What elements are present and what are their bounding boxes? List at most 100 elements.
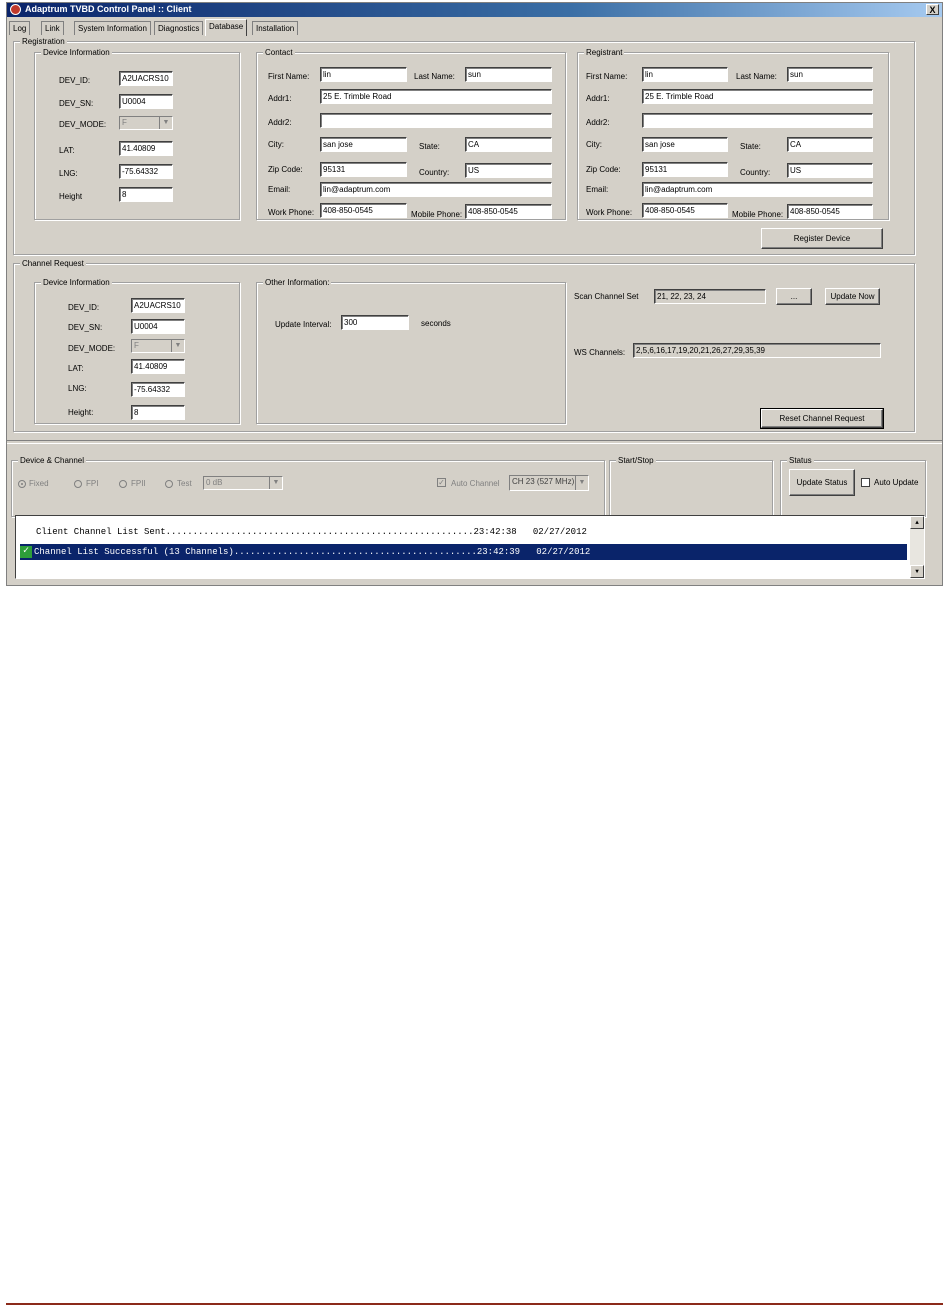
radio-fpii-label: FPII <box>131 479 146 488</box>
registrant-city-field[interactable]: san jose <box>642 137 728 152</box>
contact-zip-field[interactable]: 95131 <box>320 162 407 177</box>
log-row-selected[interactable]: ✓ Channel List Successful (13 Channels)..… <box>20 544 907 560</box>
reg-dev-id-field[interactable]: A2UACRS10 <box>119 71 173 86</box>
registration-legend: Registration <box>20 36 67 47</box>
scan-channel-set-field[interactable]: 21, 22, 23, 24 <box>654 289 766 304</box>
seconds-label: seconds <box>421 319 451 328</box>
contact-city-label: City: <box>268 140 284 149</box>
contact-mobile-phone-field[interactable]: 408-850-0545 <box>465 204 552 219</box>
cr-lat-label: LAT: <box>68 364 84 373</box>
cr-height-field[interactable]: 8 <box>131 405 185 420</box>
contact-addr1-field[interactable]: 25 E. Trimble Road <box>320 89 552 104</box>
registrant-first-name-field[interactable]: lin <box>642 67 728 82</box>
reg-lng-field[interactable]: -75.64332 <box>119 164 173 179</box>
registrant-last-name-field[interactable]: sun <box>787 67 873 82</box>
channel-request-legend: Channel Request <box>20 258 86 269</box>
registrant-country-field[interactable]: US <box>787 163 873 178</box>
window-title: Adaptrum TVBD Control Panel :: Client <box>25 4 192 14</box>
update-now-button[interactable]: Update Now <box>825 288 880 305</box>
contact-last-name-field[interactable]: sun <box>465 67 552 82</box>
tab-installation[interactable]: Installation <box>252 21 299 35</box>
cr-dev-mode-value: F <box>134 341 139 350</box>
channel-select[interactable]: CH 23 (527 MHz) ▼ <box>509 475 589 491</box>
status-legend: Status <box>787 455 814 466</box>
test-level-select[interactable]: 0 dB ▼ <box>203 476 283 490</box>
registrant-email-label: Email: <box>586 185 609 194</box>
cr-dev-mode-select[interactable]: F ▼ <box>131 339 185 353</box>
cr-dev-id-field[interactable]: A2UACRS10 <box>131 298 185 313</box>
registrant-state-field[interactable]: CA <box>787 137 873 152</box>
reg-dev-mode-label: DEV_MODE: <box>59 120 107 129</box>
contact-first-name-field[interactable]: lin <box>320 67 407 82</box>
registrant-group: Registrant First Name: lin Last Name: su… <box>577 47 889 220</box>
scroll-up-icon[interactable]: ▲ <box>910 516 924 529</box>
contact-email-field[interactable]: lin@adaptrum.com <box>320 182 552 197</box>
browse-channels-button[interactable]: ... <box>776 288 812 305</box>
cr-device-info-group: Device Information DEV_ID: A2UACRS10 DEV… <box>34 277 240 424</box>
registrant-country-label: Country: <box>740 168 771 177</box>
contact-country-label: Country: <box>419 168 450 177</box>
app-logo-icon <box>10 4 21 15</box>
contact-country-field[interactable]: US <box>465 163 552 178</box>
registrant-addr2-field[interactable] <box>642 113 873 128</box>
auto-channel-label: Auto Channel <box>451 479 500 488</box>
contact-state-field[interactable]: CA <box>465 137 552 152</box>
registrant-mobile-phone-field[interactable]: 408-850-0545 <box>787 204 873 219</box>
start-stop-group: Start/Stop <box>609 455 773 517</box>
radio-fpi[interactable] <box>74 480 82 488</box>
cr-lng-field[interactable]: -75.64332 <box>131 382 185 397</box>
tab-diagnostics[interactable]: Diagnostics <box>154 21 204 35</box>
event-log-list[interactable]: Client Channel List Sent................… <box>15 515 925 579</box>
contact-city-field[interactable]: san jose <box>320 137 407 152</box>
tab-log[interactable]: Log <box>9 21 31 35</box>
ws-channels-field[interactable]: 2,5,6,16,17,19,20,21,26,27,29,35,39 <box>633 343 881 358</box>
section-divider <box>7 440 942 444</box>
log-row-text: Client Channel List Sent................… <box>36 527 587 537</box>
close-button[interactable]: X <box>926 4 939 15</box>
contact-work-phone-field[interactable]: 408-850-0545 <box>320 203 407 218</box>
radio-fixed[interactable] <box>18 480 26 488</box>
registrant-addr2-label: Addr2: <box>586 118 610 127</box>
reg-dev-sn-label: DEV_SN: <box>59 99 94 108</box>
registrant-addr1-field[interactable]: 25 E. Trimble Road <box>642 89 873 104</box>
reg-dev-mode-select[interactable]: F ▼ <box>119 116 173 130</box>
reg-height-field[interactable]: 8 <box>119 187 173 202</box>
scroll-down-icon[interactable]: ▼ <box>910 565 924 578</box>
reg-dev-mode-value: F <box>122 118 127 127</box>
update-interval-field[interactable]: 300 <box>341 315 409 330</box>
log-row[interactable]: Client Channel List Sent................… <box>22 524 909 540</box>
auto-channel-checkbox[interactable]: ✓ <box>437 478 446 487</box>
contact-mobile-phone-label: Mobile Phone: <box>411 210 463 219</box>
cr-dev-id-label: DEV_ID: <box>68 303 100 312</box>
reg-lng-label: LNG: <box>59 169 78 178</box>
tab-database[interactable]: Database <box>205 19 248 36</box>
device-channel-group: Device & Channel Fixed FPI FPII Test 0 d… <box>11 455 605 517</box>
reg-lat-field[interactable]: 41.40809 <box>119 141 173 156</box>
cr-dev-sn-field[interactable]: U0004 <box>131 319 185 334</box>
contact-addr1-label: Addr1: <box>268 94 292 103</box>
update-status-button[interactable]: Update Status <box>789 469 855 496</box>
registrant-city-label: City: <box>586 140 602 149</box>
ws-channels-label: WS Channels: <box>574 348 626 357</box>
tab-system-information[interactable]: System Information <box>74 21 151 35</box>
cr-height-label: Height: <box>68 408 94 417</box>
registrant-last-name-label: Last Name: <box>736 72 777 81</box>
other-info-group: Other Information: Update Interval: 300 … <box>256 277 566 424</box>
contact-last-name-label: Last Name: <box>414 72 455 81</box>
contact-addr2-field[interactable] <box>320 113 552 128</box>
title-bar[interactable]: Adaptrum TVBD Control Panel :: Client X <box>7 3 942 17</box>
auto-update-checkbox[interactable] <box>861 478 870 487</box>
register-device-button[interactable]: Register Device <box>761 228 883 249</box>
registrant-email-field[interactable]: lin@adaptrum.com <box>642 182 873 197</box>
tab-link[interactable]: Link <box>41 21 64 35</box>
contact-addr2-label: Addr2: <box>268 118 292 127</box>
log-scrollbar[interactable]: ▲ ▼ <box>910 516 924 578</box>
radio-fpii[interactable] <box>119 480 127 488</box>
reset-channel-request-button[interactable]: Reset Channel Request <box>760 408 884 429</box>
registration-group: Registration Device Information DEV_ID: … <box>13 36 915 255</box>
cr-lat-field[interactable]: 41.40809 <box>131 359 185 374</box>
registrant-work-phone-field[interactable]: 408-850-0545 <box>642 203 728 218</box>
registrant-zip-field[interactable]: 95131 <box>642 162 728 177</box>
reg-dev-sn-field[interactable]: U0004 <box>119 94 173 109</box>
radio-test[interactable] <box>165 480 173 488</box>
